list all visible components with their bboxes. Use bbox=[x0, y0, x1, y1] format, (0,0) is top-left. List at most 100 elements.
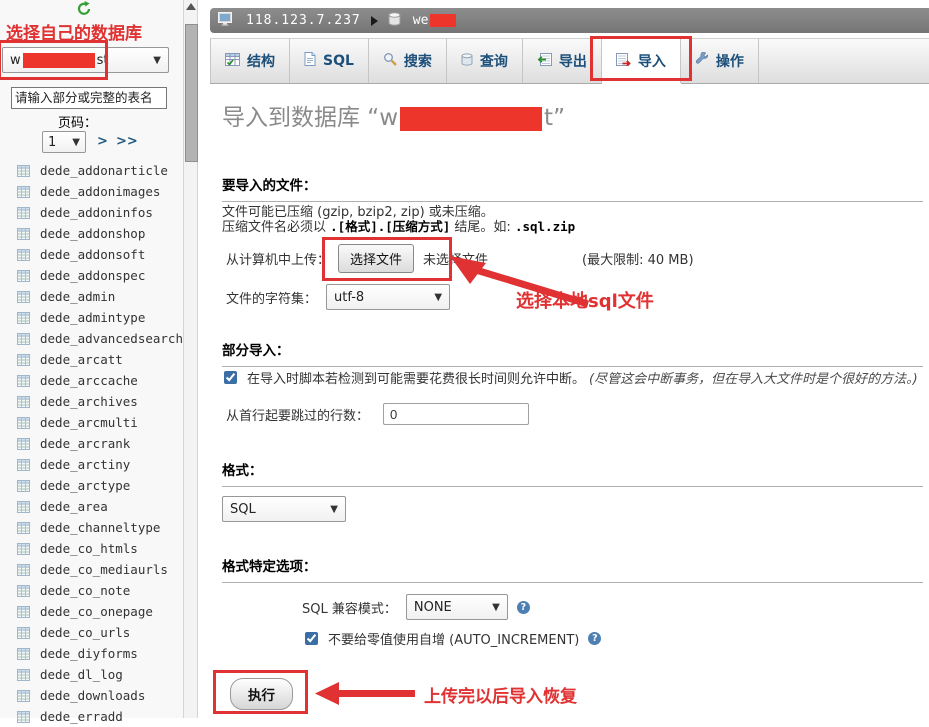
go-button[interactable]: 执行 bbox=[230, 678, 293, 710]
table-icon bbox=[17, 627, 30, 639]
table-row[interactable]: dede_archives bbox=[0, 391, 183, 412]
table-row[interactable]: dede_arccache bbox=[0, 370, 183, 391]
table-icon bbox=[17, 291, 30, 303]
skip-rows-row: 从首行起要跳过的行数： bbox=[226, 400, 529, 428]
table-row[interactable]: dede_co_note bbox=[0, 580, 183, 601]
server-ip: 118.123.7.237 bbox=[246, 13, 361, 28]
table-row[interactable]: dede_addonshop bbox=[0, 223, 183, 244]
server-breadcrumb[interactable]: 118.123.7.237 bbox=[218, 12, 371, 30]
tab-export[interactable]: 导出 bbox=[523, 39, 602, 83]
help-icon[interactable] bbox=[517, 601, 530, 614]
tab-import[interactable]: 导入 bbox=[602, 39, 681, 83]
refresh-icon[interactable] bbox=[76, 1, 92, 20]
database-breadcrumb[interactable]: we bbox=[388, 12, 457, 30]
search-icon bbox=[383, 52, 397, 70]
charset-select[interactable]: utf-8 ▼ bbox=[326, 284, 450, 310]
page-number-select[interactable]: 1 ▼ bbox=[42, 131, 86, 153]
table-row[interactable]: dede_addoninfos bbox=[0, 202, 183, 223]
table-row[interactable]: dede_co_htmls bbox=[0, 538, 183, 559]
table-icon bbox=[17, 417, 30, 429]
table-row[interactable]: dede_addonimages bbox=[0, 181, 183, 202]
tab-query[interactable]: 查询 bbox=[447, 39, 523, 83]
structure-icon bbox=[225, 53, 240, 70]
main-panel: 118.123.7.237 we 结构 bbox=[198, 0, 929, 718]
table-row[interactable]: dede_admintype bbox=[0, 307, 183, 328]
database-select-value: wst bbox=[10, 53, 109, 68]
page-title: 导入到数据库 “wt” bbox=[222, 98, 565, 132]
tab-bar: 结构 SQL 搜索 bbox=[210, 38, 929, 84]
table-name: dede_erradd bbox=[40, 709, 123, 724]
table-icon bbox=[17, 522, 30, 534]
format-select[interactable]: SQL ▼ bbox=[222, 496, 346, 522]
table-row[interactable]: dede_addonarticle bbox=[0, 160, 183, 181]
max-limit-text: (最大限制: 40 MB) bbox=[582, 249, 693, 268]
table-icon bbox=[17, 186, 30, 198]
scrollbar-thumb[interactable] bbox=[185, 24, 198, 162]
page-next-link[interactable]: > bbox=[97, 134, 108, 149]
sql-compat-label: SQL 兼容模式： bbox=[302, 598, 397, 617]
table-icon bbox=[17, 480, 30, 492]
upload-label: 从计算机中上传： bbox=[226, 249, 330, 268]
scrollbar-up-arrow-icon[interactable] bbox=[186, 3, 196, 10]
breadcrumb-arrow-icon bbox=[371, 16, 378, 26]
table-name: dede_co_note bbox=[40, 583, 130, 598]
table-name: dede_arcrank bbox=[40, 436, 130, 451]
import-icon bbox=[616, 53, 631, 70]
tab-sql[interactable]: SQL bbox=[290, 39, 369, 83]
table-row[interactable]: dede_arcrank bbox=[0, 433, 183, 454]
table-name: dede_arccache bbox=[40, 373, 138, 388]
table-row[interactable]: dede_channeltype bbox=[0, 517, 183, 538]
table-row[interactable]: dede_arctiny bbox=[0, 454, 183, 475]
table-row[interactable]: dede_diyforms bbox=[0, 643, 183, 664]
chevron-down-icon: ▼ bbox=[72, 137, 80, 148]
table-name: dede_addonsoft bbox=[40, 247, 145, 262]
table-row[interactable]: dede_co_urls bbox=[0, 622, 183, 643]
table-row[interactable]: dede_arcmulti bbox=[0, 412, 183, 433]
table-row[interactable]: dede_advancedsearch bbox=[0, 328, 183, 349]
table-icon bbox=[17, 354, 30, 366]
allow-interrupt-checkbox[interactable] bbox=[224, 371, 237, 384]
interrupt-label: 在导入时脚本若检测到可能需要花费很长时间则允许中断。 bbox=[247, 368, 585, 387]
operations-icon bbox=[695, 52, 709, 70]
chevron-down-icon: ▼ bbox=[330, 504, 338, 515]
table-row[interactable]: dede_arcatt bbox=[0, 349, 183, 370]
tab-search[interactable]: 搜索 bbox=[369, 39, 447, 83]
interrupt-row: 在导入时脚本若检测到可能需要花费很长时间则允许中断。 (尽管这会中断事务，但在导… bbox=[224, 368, 929, 387]
table-row[interactable]: dede_arctype bbox=[0, 475, 183, 496]
table-icon bbox=[17, 501, 30, 513]
sql-compat-select[interactable]: NONE ▼ bbox=[406, 594, 508, 620]
skip-rows-label: 从首行起要跳过的行数： bbox=[226, 405, 369, 424]
tab-operations[interactable]: 操作 bbox=[681, 39, 759, 83]
redaction-db-select bbox=[23, 53, 95, 68]
table-row[interactable]: dede_area bbox=[0, 496, 183, 517]
database-select[interactable]: wst ▼ bbox=[2, 47, 169, 73]
page-last-link[interactable]: >> bbox=[116, 134, 138, 149]
table-row[interactable]: dede_admin bbox=[0, 286, 183, 307]
redaction-db-title bbox=[400, 107, 542, 131]
chevron-down-icon: ▼ bbox=[492, 602, 500, 613]
table-name: dede_co_mediaurls bbox=[40, 562, 168, 577]
table-list: dede_addonarticle dede_addonimages dede_… bbox=[0, 160, 183, 727]
table-name: dede_co_htmls bbox=[40, 541, 138, 556]
table-name: dede_downloads bbox=[40, 688, 145, 703]
table-row[interactable]: dede_erradd bbox=[0, 706, 183, 727]
table-row[interactable]: dede_co_onepage bbox=[0, 601, 183, 622]
table-row[interactable]: dede_addonspec bbox=[0, 265, 183, 286]
database-name: we bbox=[413, 13, 457, 28]
annotation-sidebar-note: 选择自己的数据库 bbox=[6, 19, 142, 44]
tab-structure[interactable]: 结构 bbox=[210, 39, 290, 83]
table-icon bbox=[17, 690, 30, 702]
table-filter-input[interactable] bbox=[11, 87, 167, 109]
table-row[interactable]: dede_dl_log bbox=[0, 664, 183, 685]
choose-file-button[interactable]: 选择文件 bbox=[338, 244, 414, 273]
table-row[interactable]: dede_co_mediaurls bbox=[0, 559, 183, 580]
zero-autoinc-checkbox[interactable] bbox=[305, 632, 318, 645]
table-name: dede_channeltype bbox=[40, 520, 160, 535]
skip-rows-input[interactable] bbox=[383, 403, 529, 425]
no-file-chosen-text: 未选择文件 bbox=[423, 249, 488, 268]
table-row[interactable]: dede_downloads bbox=[0, 685, 183, 706]
help-icon[interactable] bbox=[588, 632, 601, 645]
zero-autoinc-row: 不要给零值使用自增 (AUTO_INCREMENT) bbox=[305, 628, 601, 648]
sql-compat-row: SQL 兼容模式： NONE ▼ bbox=[302, 593, 530, 621]
table-row[interactable]: dede_addonsoft bbox=[0, 244, 183, 265]
